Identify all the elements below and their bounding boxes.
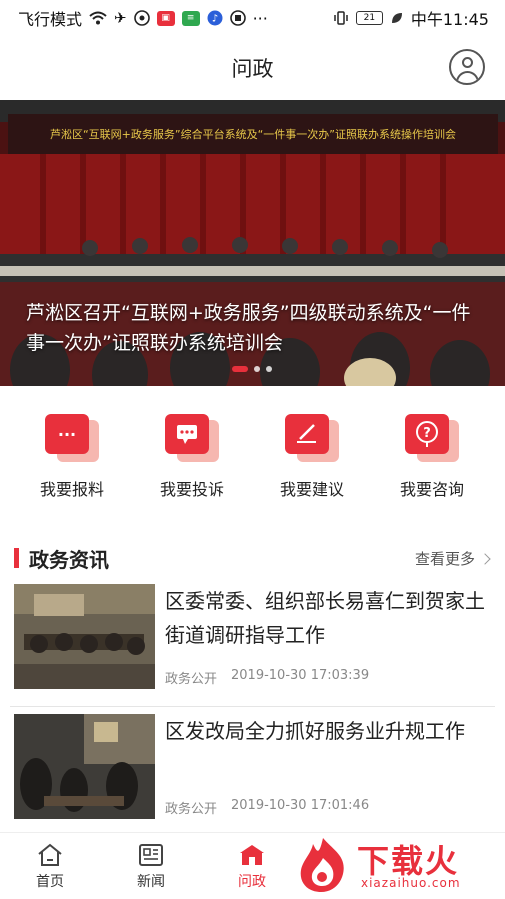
nav-label: 问政 [238, 874, 266, 890]
status-bar-right: 21 中午11:45 [333, 6, 489, 30]
action-label: 我要咨询 [399, 480, 464, 499]
news-item[interactable]: 区委常委、组织部长易喜仁到贺家土街道调研指导工作 政务公开 2019-10-30… [0, 578, 505, 700]
carousel-indicator [232, 366, 272, 372]
govern-icon [240, 845, 264, 865]
svg-text:♪: ♪ [211, 14, 217, 25]
carousel-dot[interactable] [232, 366, 248, 372]
vibrate-icon [333, 9, 349, 27]
section-title: 政务资讯 [29, 547, 109, 572]
view-more-label: 查看更多 [414, 550, 475, 568]
banner-carousel[interactable]: 芦淞区“互联网+政务服务”综合平台系统及“一件事一次办”证照联办系统操作培训会 … [0, 100, 505, 386]
action-label: 我要建议 [279, 480, 344, 499]
clock: 中午11:45 [410, 10, 489, 29]
news-meta: 政务公开 2019-10-30 17:01:46 [165, 798, 369, 817]
svg-text:芦淞区“互联网+政务服务”综合平台系统及“一件事一次办”证照: 芦淞区“互联网+政务服务”综合平台系统及“一件事一次办”证照联办系统操作培训会 [50, 127, 456, 141]
app-badge-icon: ▣ [156, 10, 175, 26]
complaint-icon [163, 412, 221, 466]
news-thumbnail [14, 714, 155, 819]
action-label: 我要报料 [39, 480, 104, 499]
news-category: 政务公开 [165, 802, 218, 817]
wifi-icon [89, 9, 107, 27]
nav-home[interactable]: 首页 [20, 843, 80, 891]
divider [10, 706, 495, 707]
status-bar: 飞行模式 ✈ ▣ ≡ ♪ ··· 21 中午11:45 [0, 0, 505, 36]
app-icon [133, 9, 150, 27]
action-complaint-button[interactable]: 我要投诉 [132, 412, 252, 512]
svg-text:?: ? [423, 426, 431, 441]
status-bar-left: 飞行模式 ✈ ▣ ≡ ♪ ··· [18, 6, 268, 30]
news-thumbnail [14, 584, 155, 689]
home-icon [38, 843, 62, 866]
battery-icon: 21 [355, 11, 383, 25]
consult-icon: ? [403, 412, 461, 466]
news-category: 政务公开 [165, 672, 218, 687]
app-icon-2 [229, 9, 246, 27]
news-title: 区委常委、组织部长易喜仁到贺家土街道调研指导工作 [165, 589, 485, 647]
nav-label: 新闻 [137, 874, 165, 890]
action-consult-button[interactable]: ? 我要咨询 [372, 412, 492, 512]
suggest-icon [283, 412, 341, 466]
quick-actions: ··· 我要报料 我要投诉 我要建议 ? 我要咨询 [0, 412, 505, 512]
chat-icon: ≡ [181, 10, 200, 26]
more-icon: ··· [252, 8, 268, 28]
news-title: 区发改局全力抓好服务业升规工作 [165, 719, 465, 743]
carousel-dot[interactable] [254, 366, 260, 372]
carousel-dot[interactable] [266, 366, 272, 372]
news-time: 2019-10-30 17:03:39 [231, 668, 370, 683]
battery-level: 21 [363, 13, 376, 23]
page-title: 问政 [231, 57, 274, 81]
banner-caption: 芦淞区召开“互联网+政务服务”四级联动系统及“一件事一次办”证照联办系统培训会 [26, 302, 471, 354]
nav-news[interactable]: 新闻 [121, 843, 181, 891]
flame-icon [300, 838, 344, 892]
watermark-logo: 下载火 xiazaihuo.com [293, 832, 499, 896]
news-icon [139, 844, 163, 866]
app-header: 问政 [0, 36, 505, 100]
report-icon: ··· [43, 412, 101, 466]
nav-label: 首页 [36, 874, 64, 890]
news-item[interactable]: 区发改局全力抓好服务业升规工作 政务公开 2019-10-30 17:01:46 [0, 708, 505, 830]
leaf-icon [390, 9, 404, 27]
nav-govern[interactable]: 问政 [222, 843, 282, 891]
news-section-header: 政务资讯 查看更多 [0, 540, 505, 576]
news-time: 2019-10-30 17:01:46 [231, 798, 370, 813]
news-meta: 政务公开 2019-10-30 17:03:39 [165, 668, 369, 687]
airplane-icon: ✈ [114, 9, 127, 27]
action-suggest-button[interactable]: 我要建议 [252, 412, 372, 512]
watermark-url: xiazaihuo.com [361, 876, 461, 890]
music-icon: ♪ [207, 9, 223, 27]
action-label: 我要投诉 [159, 480, 224, 499]
view-more-link[interactable]: 查看更多 [414, 548, 491, 569]
user-icon[interactable] [449, 49, 485, 85]
action-report-button[interactable]: ··· 我要报料 [12, 412, 132, 512]
chevron-right-icon [479, 552, 491, 565]
airplane-mode-label: 飞行模式 [18, 10, 83, 29]
section-accent-bar [14, 548, 19, 568]
